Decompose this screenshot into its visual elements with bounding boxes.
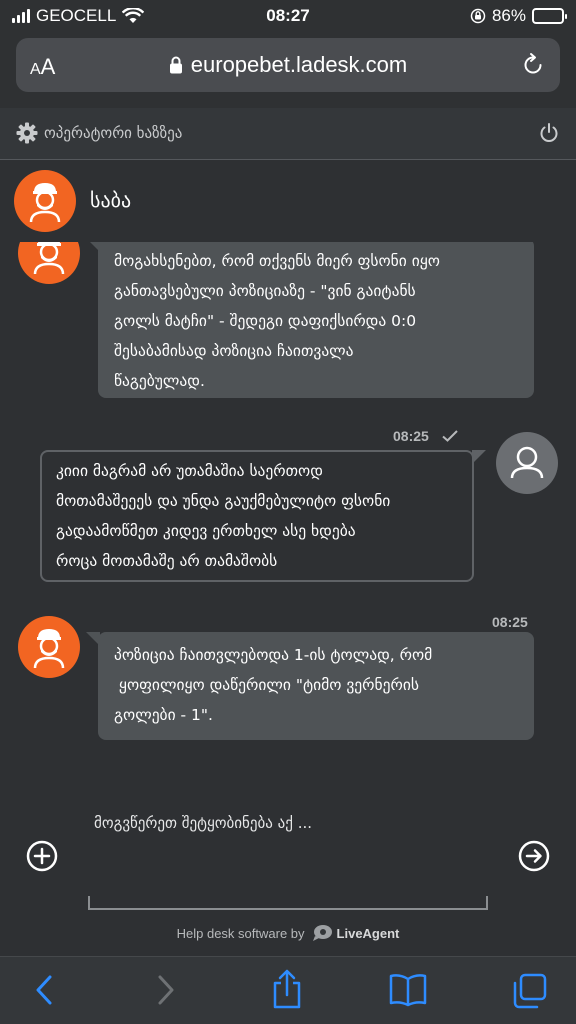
- battery-percent: 86%: [491, 6, 526, 25]
- share-icon[interactable]: [270, 969, 304, 1009]
- status-bar: GEOCELL 08:27 86%: [0, 0, 576, 34]
- status-right: 86%: [470, 6, 567, 26]
- message-timestamp: 08:25: [492, 614, 528, 630]
- agent-name: საბა: [90, 188, 132, 212]
- message-line: მოთამაშეეეს და უნდა გაუქმებულიტო ფსონი: [56, 492, 391, 510]
- message-line: კიიი მაგრამ არ უთამაშია საერთოდ: [56, 462, 323, 480]
- message-line: გადაამოწმეთ კიდევ ერთხელ ასე ხდება: [56, 522, 356, 540]
- input-underline: [88, 896, 488, 910]
- url-display[interactable]: europebet.ladesk.com: [16, 52, 560, 78]
- message-composer: მოგვწერეთ შეტყობინება აქ ... Help desk s…: [0, 778, 576, 956]
- browser-address-area: AA europebet.ladesk.com: [0, 34, 576, 108]
- orientation-lock-icon: [470, 8, 486, 24]
- message-line: მოგახსენებთ, რომ თქვენს მიერ ფსონი იყო: [114, 252, 440, 270]
- operator-online-label: ოპერატორი ხაზზეა: [44, 124, 183, 142]
- lock-icon: [169, 56, 182, 74]
- message-line: როცა მოთამაშე არ თამაშობს: [56, 552, 278, 570]
- powered-by-brand: LiveAgent: [336, 926, 400, 941]
- message-line: წაგებულად.: [114, 372, 205, 390]
- url-text: europebet.ladesk.com: [190, 52, 408, 77]
- gear-icon[interactable]: [16, 122, 38, 144]
- liveagent-logo-icon: [312, 925, 332, 941]
- message-input[interactable]: მოგვწერეთ შეტყობინება აქ ...: [94, 814, 312, 832]
- agent-avatar-icon: [29, 183, 61, 223]
- book-icon[interactable]: [388, 973, 428, 1007]
- agent-avatar-icon: [33, 629, 65, 669]
- reload-icon[interactable]: [520, 52, 546, 78]
- powered-by-text: Help desk software by: [176, 926, 305, 941]
- message-line: პოზიცია ჩაითვლებოდა 1-ის ტოლად, რომ: [114, 646, 433, 664]
- message-line: გოლს მატჩი" - შედეგი დაფიქსირდა 0:0: [114, 312, 417, 330]
- tabs-icon[interactable]: [510, 973, 548, 1009]
- chevron-left-icon[interactable]: [34, 973, 56, 1007]
- agent-header: საბა: [0, 160, 576, 242]
- message-agent-avatar: [18, 616, 80, 678]
- address-bar[interactable]: AA europebet.ladesk.com: [16, 38, 560, 92]
- message-line: შესაბამისად პოზიცია ჩაითვალა: [114, 342, 354, 360]
- agent-avatar: [14, 170, 76, 232]
- agent-message-bubble[interactable]: პოზიცია ჩაითვლებოდა 1-ის ტოლად, რომ ყოფი…: [98, 632, 534, 740]
- message-timestamp: 08:25: [393, 428, 429, 444]
- check-icon: [442, 430, 458, 442]
- message-agent-avatar: [18, 242, 80, 284]
- send-arrow-icon[interactable]: [518, 840, 550, 872]
- powered-by[interactable]: Help desk software by LiveAgent: [0, 924, 576, 942]
- add-attachment-icon[interactable]: [26, 840, 58, 872]
- user-avatar: [496, 432, 558, 494]
- message-line: განთავსებული პოზიციაზე - "ვინ გაიტანს: [114, 282, 416, 300]
- agent-message-bubble[interactable]: მოგახსენებთ, რომ თქვენს მიერ ფსონი იყო გ…: [98, 242, 534, 398]
- power-icon[interactable]: [538, 122, 560, 144]
- message-line: გოლები - 1".: [114, 706, 213, 724]
- user-message-bubble[interactable]: კიიი მაგრამ არ უთამაშია საერთოდ მოთამაშე…: [40, 450, 486, 582]
- chat-transcript[interactable]: მოგახსენებთ, რომ თქვენს მიერ ფსონი იყო გ…: [0, 242, 576, 778]
- battery-icon: [532, 8, 567, 24]
- agent-avatar-icon: [33, 242, 65, 275]
- operator-status-bar: ოპერატორი ხაზზეა: [0, 108, 576, 160]
- chevron-right-icon[interactable]: [154, 973, 176, 1007]
- user-icon: [510, 446, 544, 479]
- message-line: ყოფილიყო დაწერილი "ტიმო ვერნერის: [114, 676, 419, 694]
- browser-toolbar: [0, 956, 576, 1024]
